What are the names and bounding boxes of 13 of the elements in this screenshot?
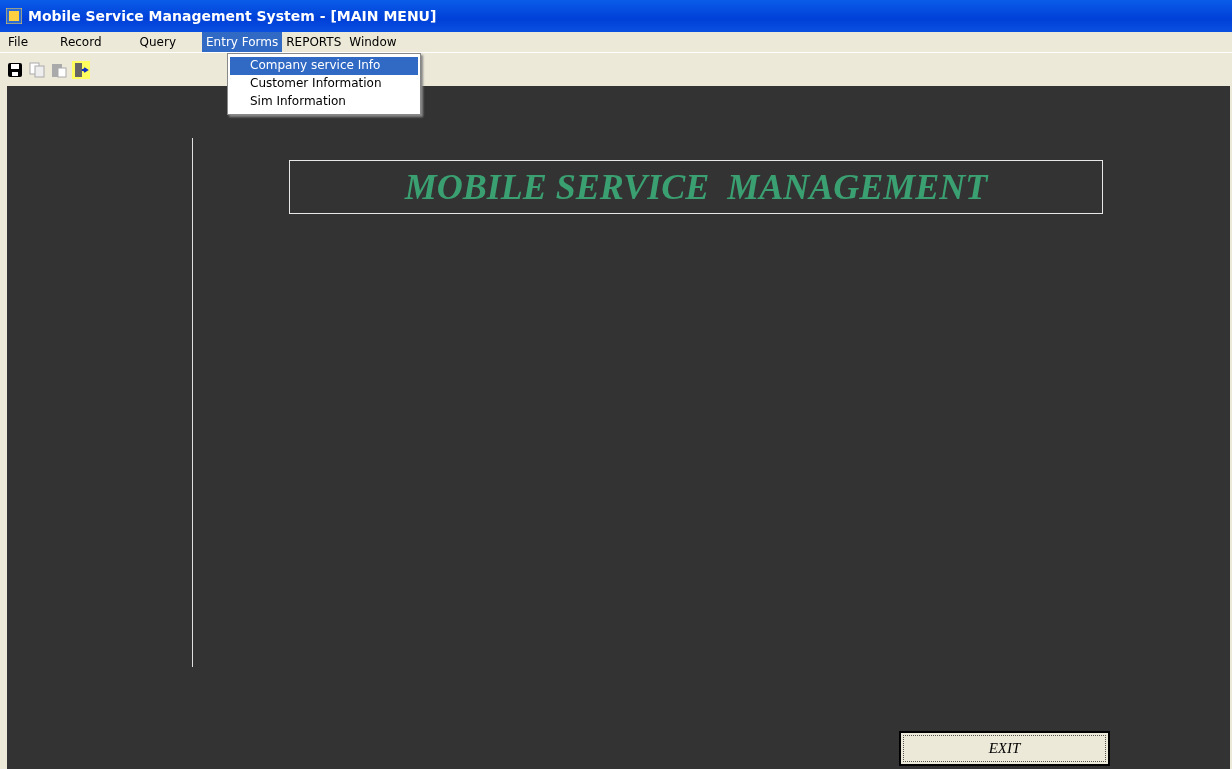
exit-button[interactable]: EXIT <box>899 731 1110 766</box>
save-icon[interactable] <box>6 60 24 79</box>
menu-item[interactable]: Window <box>345 32 401 52</box>
menu-item[interactable]: File <box>4 32 33 52</box>
menu-item[interactable]: Entry Forms <box>202 32 283 52</box>
dropdown-item[interactable]: Company service Info <box>230 57 418 75</box>
door-icon[interactable] <box>72 60 90 79</box>
banner-title: MOBILE SERVICE MANAGEMENT <box>404 166 988 208</box>
menu-item[interactable]: Record <box>56 32 106 52</box>
menu-item[interactable]: REPORTS <box>282 32 346 52</box>
menu-item[interactable]: Query <box>135 32 181 52</box>
app-icon <box>6 8 22 24</box>
window-title: Mobile Service Management System - [MAIN MENU] <box>28 8 437 24</box>
